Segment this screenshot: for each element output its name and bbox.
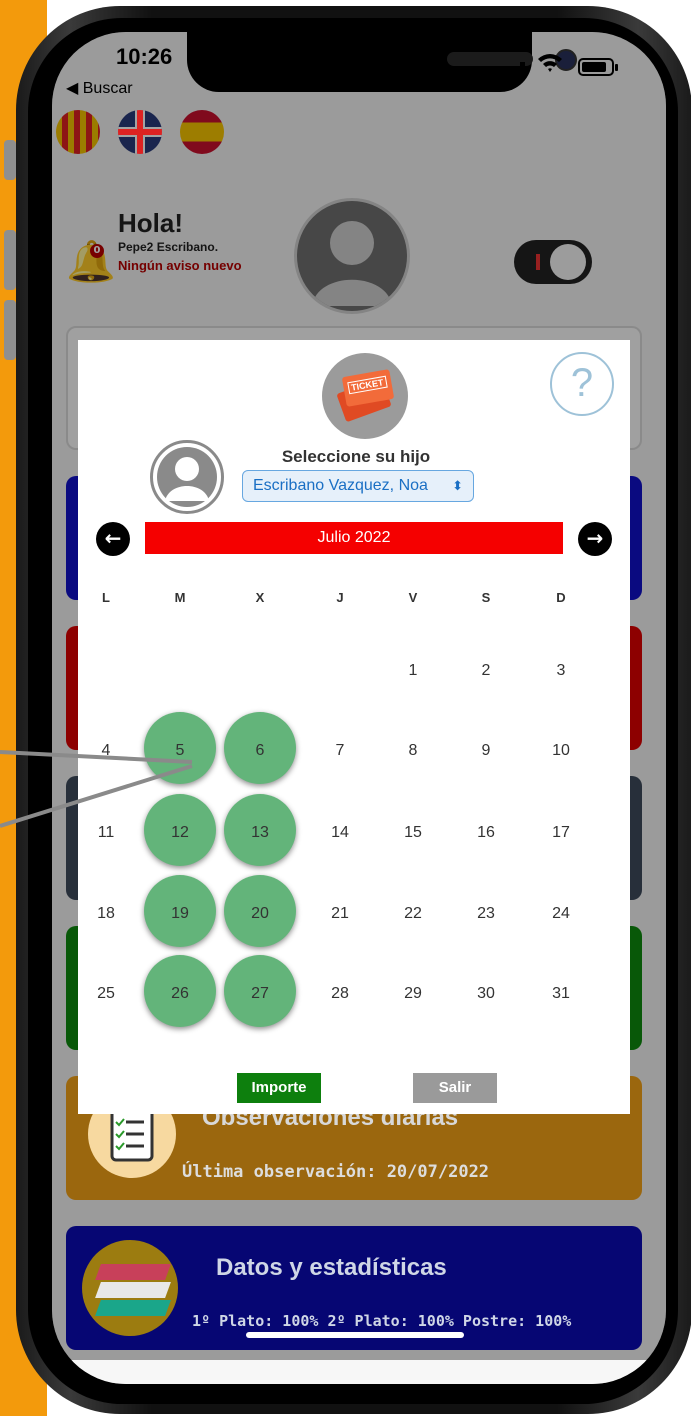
volume-down-button [4,300,16,360]
calendar-day-selected[interactable]: 27 [224,955,296,1027]
wifi-icon [537,52,563,78]
weekday-label: M [174,590,186,605]
calendar-day[interactable]: 3 [541,662,581,680]
month-title: Julio 2022 [145,522,563,554]
calendar-day[interactable]: 9 [466,742,506,760]
importe-button[interactable]: Importe [237,1073,321,1103]
select-child-label: Seleccione su hijo [281,447,431,466]
calendar-day[interactable]: 15 [393,824,433,842]
calendar-day[interactable]: 25 [86,985,126,1003]
silent-switch [4,140,16,180]
calendar-day[interactable]: 24 [541,905,581,923]
weekday-label: S [481,590,491,605]
calendar-day-selected[interactable]: 13 [224,794,296,866]
calendar-day-selected[interactable]: 20 [224,875,296,947]
calendar-day[interactable]: 30 [466,985,506,1003]
help-button[interactable]: ? [550,352,614,416]
calendar-day[interactable]: 28 [320,985,360,1003]
salir-button[interactable]: Salir [413,1073,497,1103]
chevron-updown-icon: ⬍ [452,478,463,493]
calendar-day[interactable]: 17 [541,824,581,842]
observations-last: Última observación: 20/07/2022 [182,1162,490,1182]
calendar-day-selected[interactable]: 19 [144,875,216,947]
calendar-day[interactable]: 22 [393,905,433,923]
calendar-day[interactable]: 10 [541,742,581,760]
calendar-day[interactable]: 29 [393,985,433,1003]
prev-month-button[interactable]: ← [96,522,130,556]
calendar-day[interactable]: 21 [320,905,360,923]
calendar-day[interactable]: 16 [466,824,506,842]
battery-tip [615,64,618,71]
child-avatar [150,440,224,514]
calendar-day[interactable]: 31 [541,985,581,1003]
volume-up-button [4,230,16,290]
stats-summary: 1º Plato: 100% 2º Plato: 100% Postre: 10… [192,1312,572,1330]
back-link[interactable]: ◀ Buscar [66,78,133,98]
ticket-icon: TICKET [322,353,408,439]
signal-icon [520,62,525,76]
battery-icon [578,58,614,76]
calendar-day[interactable]: 7 [320,742,360,760]
weekday-label: V [408,590,418,605]
layers-icon [82,1240,178,1336]
calendar-day[interactable]: 14 [320,824,360,842]
notch [187,32,577,92]
child-select[interactable]: Escribano Vazquez, Noa ⬍ [242,470,474,502]
stats-title: Datos y estadísticas [216,1254,447,1281]
home-indicator [246,1332,464,1338]
calendar-day-selected[interactable]: 26 [144,955,216,1027]
weekday-label: X [255,590,265,605]
status-time: 10:26 [116,44,173,69]
calendar-day[interactable]: 1 [393,662,433,680]
weekday-label: L [102,590,110,605]
weekday-label: D [556,590,566,605]
calendar-day[interactable]: 2 [466,662,506,680]
child-select-value: Escribano Vazquez, Noa [253,477,428,494]
pointer-annotation-lines [0,750,193,828]
calendar-day[interactable]: 18 [86,905,126,923]
footer [52,1360,666,1384]
calendar-day[interactable]: 8 [393,742,433,760]
next-month-button[interactable]: → [578,522,612,556]
weekday-label: J [336,590,344,605]
calendar-day-selected[interactable]: 6 [224,712,296,784]
calendar-day[interactable]: 23 [466,905,506,923]
